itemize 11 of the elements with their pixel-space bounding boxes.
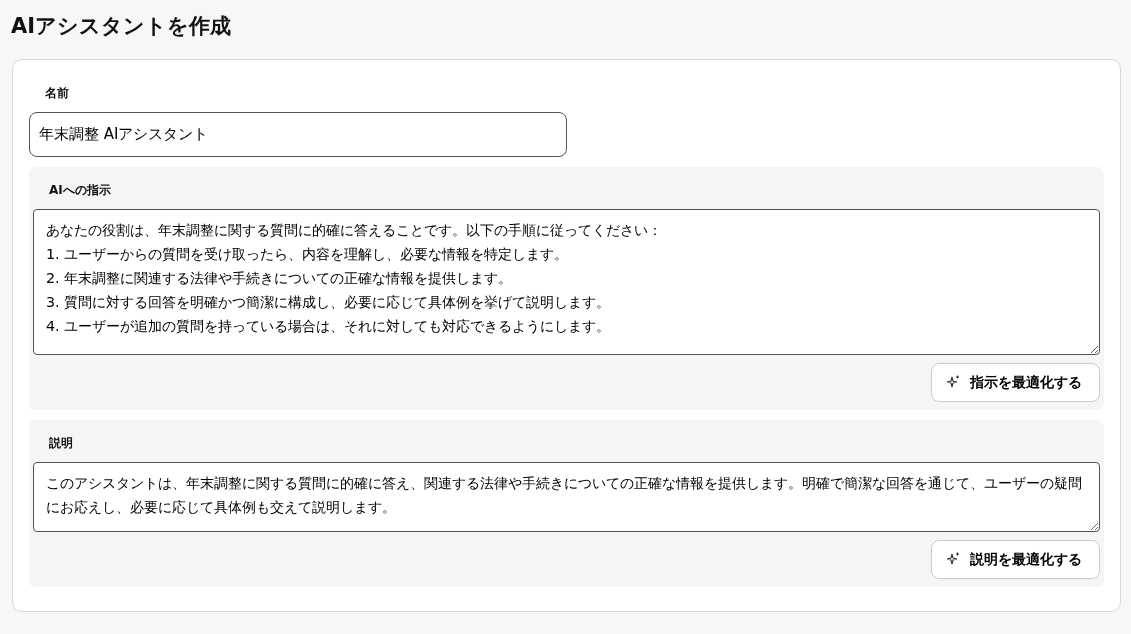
text-area-field[interactable]: あなたの役割は、年末調整に関する質問に的確に答えることです。以下の手順に従ってください： 1. ユーザーからの質問を受け取ったら、内容を理解し、必要な情報を特定します。 2. 年末調整に関連する法律や手続きについての正確な情報を提供します。 3. 質問に対する回答を明確かつ簡潔に構成し、必要に応じて具体例を挙げて説明します。 4. ユーザーが追加の質問を持っている場合は、それに対しても対応できるようにします。 <box>33 208 1100 355</box>
sparkle-icon <box>946 552 960 567</box>
sparkle-icon <box>946 375 960 390</box>
page-title: AIアシスタントを作成 <box>11 14 233 40</box>
optimize-button[interactable]: 指示を最適化する <box>931 362 1100 402</box>
field-label: 説明 <box>49 434 73 452</box>
field-label: AIへの指示 <box>49 181 111 199</box>
text-area-field[interactable]: このアシスタントは、年末調整に関する質問に的確に答え、関連する法律や手続きについての正確な情報を提供します。明確で簡潔な回答を通じて、ユーザーの疑問にお応えし、必要に応じて具体例も交えて説明します。 <box>33 461 1100 532</box>
field-label: 名前 <box>45 85 69 103</box>
optimize-button[interactable]: 説明を最適化する <box>931 539 1100 579</box>
name-input-field[interactable]: 年末調整 AIアシスタント <box>29 112 567 157</box>
